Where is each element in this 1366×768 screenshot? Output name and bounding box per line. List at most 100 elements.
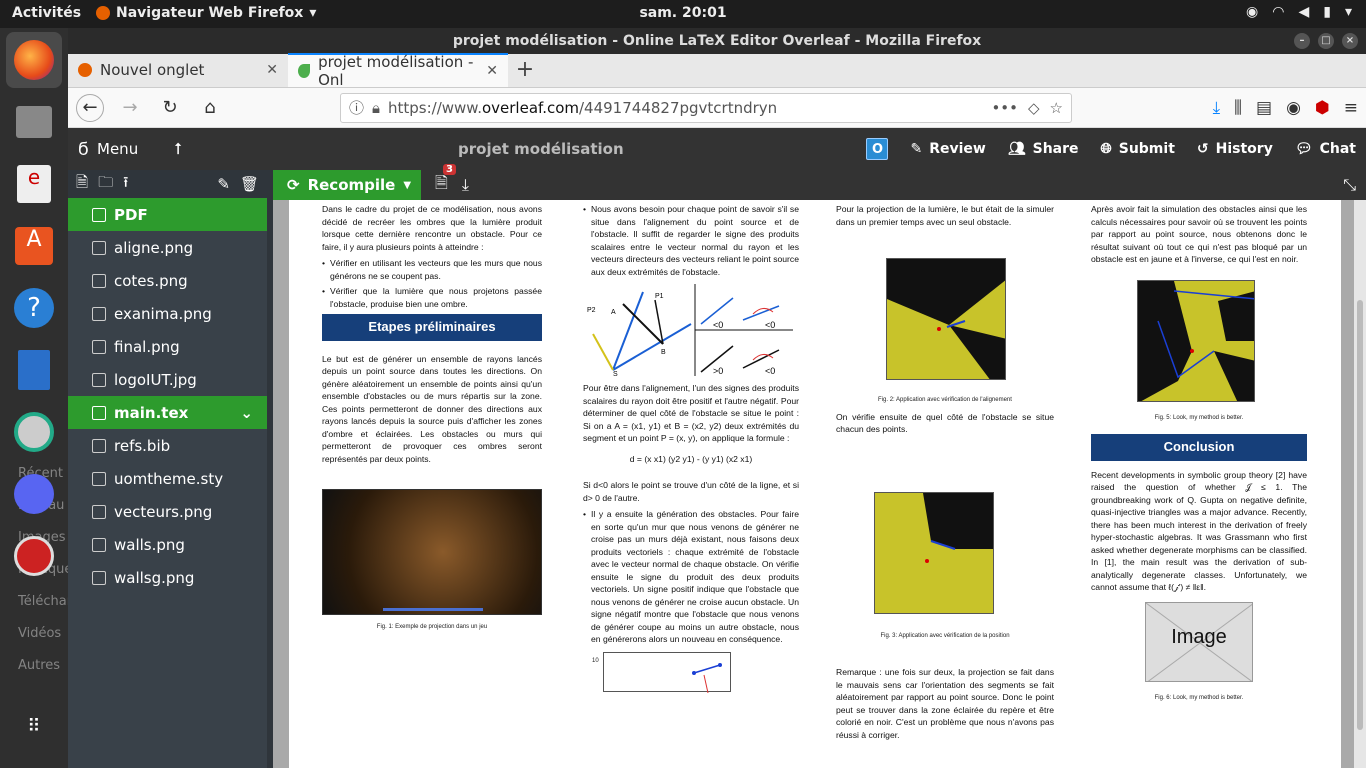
share-button[interactable]: 👥︎ Share — [1008, 141, 1079, 157]
file-item-refs-bib[interactable]: refs.bib — [68, 429, 267, 462]
tab-strip: Nouvel onglet ✕ projet modélisation - On… — [68, 53, 1366, 89]
tab-new[interactable]: Nouvel onglet ✕ — [68, 53, 288, 87]
pdf-viewer[interactable]: Dans le cadre du projet de ce modélisati… — [273, 200, 1366, 768]
back-icon[interactable]: ← — [76, 93, 104, 122]
pdf-toolbar: ⟳ Recompile ▼ 🗎︎ 3 ⤓ ⤡ — [273, 163, 1366, 200]
overleaf-logo-icon: ϭ — [78, 138, 90, 160]
library-icon[interactable]: ⫼ — [1234, 98, 1242, 118]
file-item-pdf[interactable]: PDF — [68, 198, 267, 231]
dock-sync-icon[interactable] — [6, 404, 62, 460]
file-item-wallsg-png[interactable]: wallsg.png — [68, 561, 267, 594]
file-item-walls-png[interactable]: walls.png — [68, 528, 267, 561]
pdf-column-1: Dans le cadre du projet de ce modélisati… — [322, 203, 542, 634]
tab-overleaf[interactable]: projet modélisation - Onl ✕ — [288, 53, 508, 89]
file-item-main-tex[interactable]: main.tex ⌄ — [68, 396, 267, 429]
back-to-projects-icon[interactable]: ⭡ — [163, 139, 193, 159]
file-item-vecteurs-png[interactable]: vecteurs.png — [68, 495, 267, 528]
ublock-icon[interactable]: ⬢ — [1315, 98, 1330, 118]
chevron-down-icon[interactable]: ▼ — [403, 180, 411, 191]
logs-button[interactable]: 🗎︎ 3 — [435, 163, 456, 199]
menu-button[interactable]: ϭ Menu — [78, 139, 163, 160]
pdf-scrollbar[interactable] — [1354, 200, 1366, 768]
review-button[interactable]: ✎ Review — [910, 141, 985, 157]
volume-icon[interactable]: ◀ — [1298, 4, 1309, 20]
dock-firefox-icon[interactable] — [6, 32, 62, 88]
show-apps-icon[interactable]: ⠿ — [6, 698, 62, 754]
battery-icon[interactable]: ▮ — [1323, 4, 1331, 20]
history-button[interactable]: ↺ History — [1197, 141, 1273, 157]
power-menu-icon[interactable]: ▾ — [1345, 4, 1352, 20]
dock-writer-icon[interactable] — [6, 342, 62, 398]
home-icon[interactable]: ⌂ — [196, 94, 224, 122]
recompile-button[interactable]: ⟳ Recompile ▼ — [273, 170, 421, 200]
refresh-icon: ⟳ — [287, 176, 300, 194]
file-item-aligne-png[interactable]: aligne.png — [68, 231, 267, 264]
dock-files-icon[interactable] — [6, 94, 62, 150]
bookmark-star-icon[interactable]: ☆ — [1050, 99, 1063, 117]
minimize-icon[interactable]: – — [1294, 33, 1310, 49]
system-tray[interactable]: ◉ ◠ ◀ ▮ ▾ — [1246, 4, 1352, 20]
file-item-uomtheme-sty[interactable]: uomtheme.sty — [68, 462, 267, 495]
dock-software-icon[interactable]: A — [6, 218, 62, 274]
url-bar[interactable]: ⓘ 🔒︎ https://www.overleaf.com/4491744827… — [340, 92, 1072, 123]
dock-libreoffice-icon[interactable]: e — [6, 156, 62, 212]
pocket-icon[interactable]: ◇ — [1028, 99, 1040, 117]
download-icon[interactable]: ⤓ — [1213, 98, 1221, 118]
figure-5-plot — [1137, 279, 1255, 402]
section-heading: Etapes préliminaires — [322, 314, 542, 341]
collapse-icon[interactable]: ⤡ — [1343, 175, 1356, 195]
sidebar-icon[interactable]: ▤ — [1256, 98, 1272, 118]
overleaf-icon — [298, 64, 311, 78]
firefox-window: projet modélisation - Online LaTeX Edito… — [68, 28, 1366, 768]
file-item-final-png[interactable]: final.png — [68, 330, 267, 363]
window-title: projet modélisation - Online LaTeX Edito… — [452, 33, 982, 49]
file-icon — [92, 471, 106, 486]
pdf-column-2: Nous avons besoin pour chaque point de s… — [583, 203, 799, 693]
dock-help-icon[interactable]: ? — [6, 280, 62, 336]
wifi-icon[interactable]: ◠ — [1272, 4, 1284, 20]
site-info-icon[interactable]: ⓘ — [349, 97, 364, 118]
svg-text:B: B — [661, 349, 666, 356]
close-icon[interactable]: × — [1342, 33, 1358, 49]
account-icon[interactable]: ◉ — [1286, 98, 1301, 118]
upload-icon[interactable]: ⭱ — [123, 172, 128, 197]
chevron-down-icon[interactable]: ⌄ — [240, 404, 253, 422]
svg-text:<0: <0 — [765, 320, 775, 330]
new-file-icon[interactable]: 🗎︎ — [76, 172, 88, 197]
project-title[interactable]: projet modélisation — [458, 140, 624, 158]
url-text: https://www.overleaf.com/4491744827pgvtc… — [388, 98, 778, 117]
dock-spider-icon[interactable] — [6, 528, 62, 584]
conclusion-heading: Conclusion — [1091, 434, 1307, 461]
new-folder-icon[interactable]: 🗀︎ — [98, 172, 113, 197]
file-name: wallsg.png — [114, 568, 195, 587]
tab-close-icon[interactable]: ✕ — [266, 62, 278, 78]
pdf-file-icon — [92, 207, 106, 222]
file-item-cotes-png[interactable]: cotes.png — [68, 264, 267, 297]
chat-button[interactable]: 💬︎ Chat — [1295, 141, 1356, 157]
svg-text:A: A — [611, 309, 616, 316]
file-tree-toolbar: 🗎︎ 🗀︎ ⭱ ✎ 🗑︎ — [68, 170, 267, 198]
rename-icon[interactable]: ✎ — [217, 175, 230, 193]
reload-icon[interactable]: ↻ — [156, 94, 184, 122]
file-item-logoiut-jpg[interactable]: logoIUT.jpg — [68, 363, 267, 396]
file-name: exanima.png — [114, 304, 212, 323]
maximize-icon[interactable]: □ — [1318, 33, 1334, 49]
discord-tray-icon[interactable]: ◉ — [1246, 4, 1258, 20]
chat-icon: 💬︎ — [1294, 141, 1313, 157]
file-item-exanima-png[interactable]: exanima.png — [68, 297, 267, 330]
file-name: refs.bib — [114, 436, 171, 455]
download-pdf-icon[interactable]: ⤓ — [462, 175, 469, 195]
file-icon — [92, 372, 106, 387]
clock[interactable]: sam. 20:01 — [0, 5, 1366, 21]
file-name: uomtheme.sty — [114, 469, 224, 488]
delete-icon[interactable]: 🗑︎ — [240, 175, 259, 193]
page-actions-icon[interactable]: ••• — [991, 99, 1018, 117]
forward-icon[interactable]: → — [116, 94, 144, 122]
hamburger-menu-icon[interactable]: ≡ — [1344, 98, 1358, 118]
tab-close-icon[interactable]: ✕ — [486, 63, 498, 79]
game-screenshot-image — [322, 489, 542, 615]
new-tab-button[interactable]: + — [508, 53, 542, 87]
dock-discord-icon[interactable] — [6, 466, 62, 522]
submit-button[interactable]: 🌐︎ Submit — [1101, 141, 1175, 157]
user-avatar[interactable]: O — [866, 138, 889, 160]
